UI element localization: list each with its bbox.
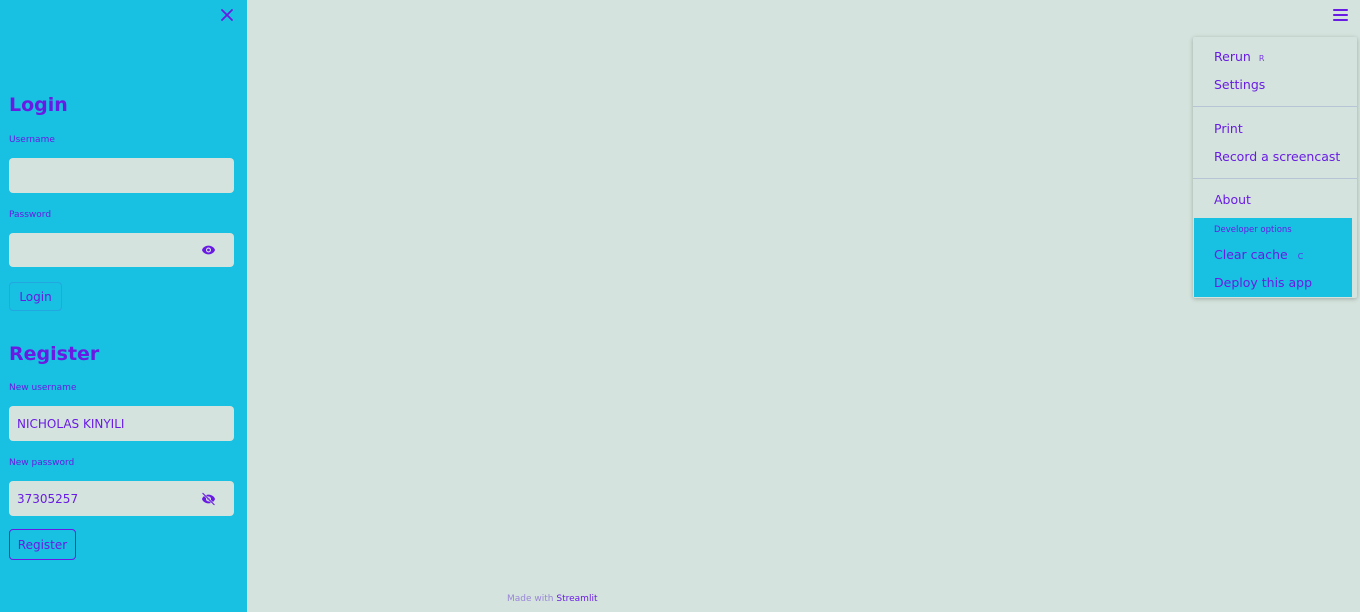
menu-item-about[interactable]: About xyxy=(1214,192,1251,207)
register-button-label: Register xyxy=(17,537,68,552)
login-button[interactable]: Login xyxy=(9,282,62,311)
developer-options-panel: Developer options Clear cache C Deploy th… xyxy=(1194,218,1352,297)
menu-item-record-screencast[interactable]: Record a screencast xyxy=(1214,149,1340,164)
menu-item-print[interactable]: Print xyxy=(1214,121,1243,136)
hide-password-toggle[interactable] xyxy=(201,491,216,506)
menu-divider xyxy=(1193,106,1357,107)
register-title: Register xyxy=(9,343,100,365)
menu-item-label: Rerun xyxy=(1214,49,1251,64)
new-password-label: New password xyxy=(9,458,75,468)
register-button[interactable]: Register xyxy=(9,529,76,560)
menu-item-shortcut: R xyxy=(1258,54,1265,63)
menu-item-label: Settings xyxy=(1214,77,1266,92)
username-input[interactable] xyxy=(9,158,234,193)
developer-options-label: Developer options xyxy=(1214,225,1292,235)
username-label: Username xyxy=(9,135,55,145)
new-password-value: 37305257 xyxy=(17,491,79,506)
menu-item-label: Record a screencast xyxy=(1214,149,1341,164)
new-username-label: New username xyxy=(9,383,77,393)
menu-item-settings[interactable]: Settings xyxy=(1214,77,1265,92)
sidebar: Login Username Password Login Register N… xyxy=(0,0,247,612)
eye-icon xyxy=(201,245,216,255)
hamburger-menu-icon xyxy=(1333,9,1348,21)
menu-item-rerun[interactable]: Rerun R xyxy=(1214,49,1264,64)
menu-item-shortcut: C xyxy=(1297,252,1304,261)
menu-item-deploy-app[interactable]: Deploy this app xyxy=(1214,275,1312,290)
menu-divider xyxy=(1193,178,1357,179)
password-label: Password xyxy=(9,210,52,220)
password-input[interactable] xyxy=(9,233,234,267)
menu-item-clear-cache[interactable]: Clear cache C xyxy=(1214,247,1303,262)
eye-off-icon xyxy=(201,491,216,506)
streamlit-link[interactable]: Streamlit xyxy=(556,594,597,604)
menu-item-label: Clear cache xyxy=(1214,247,1288,262)
new-username-value: NICHOLAS KINYILI xyxy=(17,416,125,431)
menu-item-label: Deploy this app xyxy=(1214,275,1313,290)
new-password-input[interactable]: 37305257 xyxy=(9,481,234,516)
menu-item-label: About xyxy=(1214,192,1251,207)
footer-prefix: Made with xyxy=(507,594,554,604)
main-menu-dropdown: Rerun R Settings Print Record a screencas… xyxy=(1193,37,1357,298)
show-password-toggle[interactable] xyxy=(201,243,216,258)
new-username-input[interactable]: NICHOLAS KINYILI xyxy=(9,406,234,441)
app-root: Login Username Password Login Register N… xyxy=(0,0,1360,612)
main-menu-button[interactable] xyxy=(1333,9,1348,22)
login-button-label: Login xyxy=(19,289,52,304)
close-sidebar-button[interactable] xyxy=(218,6,236,24)
close-icon xyxy=(221,9,233,21)
login-title: Login xyxy=(9,94,68,116)
menu-item-label: Print xyxy=(1214,121,1243,136)
footer: Made with Streamlit xyxy=(507,594,597,604)
